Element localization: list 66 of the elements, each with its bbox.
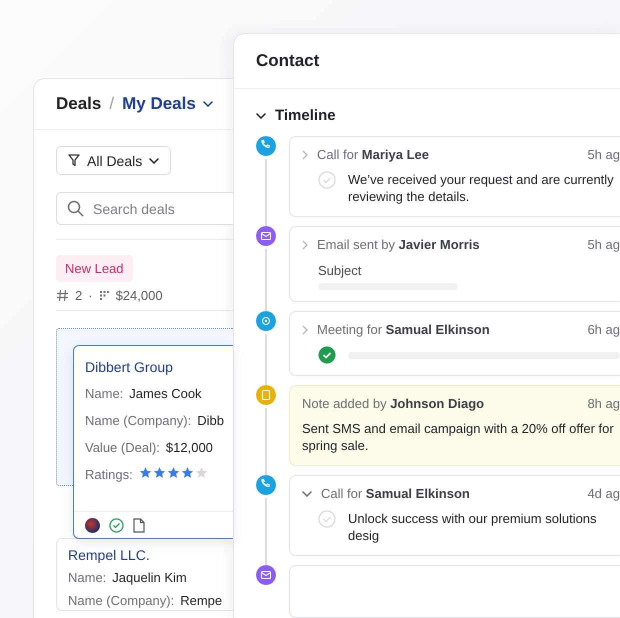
stage-tag: New Lead	[56, 255, 133, 282]
kanban-icon	[98, 290, 110, 301]
note-text: Sent SMS and email campaign with a 20% off offer for spring sale.	[302, 420, 615, 454]
subject-label: Subject	[317, 263, 362, 278]
field-label: Name (Company):	[68, 592, 174, 610]
breadcrumb-separator: /	[109, 94, 114, 114]
event-title: Email sent by Javier Morris	[317, 237, 481, 252]
call-note: Unlock success with our premium solutions desig	[348, 510, 598, 544]
field-label: Name:	[68, 569, 106, 587]
chevron-right-icon[interactable]	[302, 150, 308, 160]
hash-icon	[56, 289, 69, 302]
field-value: Dibb	[197, 412, 224, 430]
document-icon[interactable]	[133, 518, 145, 532]
timeline-card[interactable]: Call for Samual Elkinson 4d ag Unlock success with our premium solutions desig	[289, 475, 620, 556]
chevron-down-icon	[302, 490, 312, 496]
star-icon	[152, 466, 166, 479]
deal-card[interactable]: Rempel LLC. Name: Jaquelin Kim Name (Company): Rempe	[56, 538, 233, 611]
event-time: 5h ag	[587, 237, 620, 252]
caret-icon	[202, 101, 213, 107]
event-time: 4d ag	[587, 486, 620, 501]
check-circle-icon[interactable]	[318, 346, 336, 364]
field-value: James Cook	[129, 385, 202, 403]
search-field[interactable]: Search deals	[56, 192, 233, 225]
timeline-card[interactable]: Call for Mariya Lee 5h ag We’ve received your request and are currently reviewing the details.	[289, 136, 620, 217]
chevron-right-icon[interactable]	[302, 324, 308, 334]
check-circle-icon[interactable]	[109, 518, 124, 532]
chevron-right-icon[interactable]	[302, 240, 308, 250]
caret-icon	[149, 158, 160, 164]
field-label: Ratings:	[85, 466, 133, 484]
event-time: 6h ag	[587, 322, 620, 337]
event-title: Note added by Johnson Diago	[302, 396, 486, 411]
page-title: Deals	[56, 94, 102, 114]
field-value: Jaquelin Kim	[112, 569, 187, 587]
deal-title[interactable]: Dibbert Group	[85, 358, 233, 376]
chevron-down-icon	[256, 112, 266, 118]
avatar	[85, 518, 100, 532]
event-title: Call for Samual Elkinson	[321, 486, 471, 501]
field-value: $12,000	[166, 439, 213, 457]
filter-icon	[68, 154, 80, 167]
view-dropdown[interactable]: My Deals	[122, 94, 213, 114]
star-icon	[166, 466, 180, 479]
field-label: Name (Company):	[85, 412, 192, 430]
field-label: Name:	[85, 385, 124, 403]
event-time: 5h ag	[587, 147, 620, 162]
search-icon	[67, 200, 84, 217]
timeline-card[interactable]: Note added by Johnson Diago 8h ag Sent SMS and email campaign with a 20% off offer for spring sale.	[289, 385, 620, 466]
timeline-card[interactable]	[289, 565, 620, 618]
call-note: We’ve received your request and are currently reviewing the details.	[348, 171, 615, 205]
panel-title: Contact	[256, 51, 320, 71]
field-label: Value (Deal):	[85, 439, 160, 457]
timeline-card[interactable]: Email sent by Javier Morris 5h ag Subject	[289, 226, 620, 302]
timeline-section-toggle[interactable]: Timeline	[234, 89, 336, 136]
star-icon	[194, 466, 208, 479]
event-title: Meeting for Samual Elkinson	[317, 322, 491, 337]
deal-title[interactable]: Rempel LLC.	[68, 546, 233, 564]
stage-amount: $24,000	[116, 288, 163, 303]
star-icon	[180, 466, 194, 479]
event-time: 8h ag	[587, 396, 620, 411]
filter-dropdown[interactable]: All Deals	[56, 146, 172, 175]
event-title: Call for Mariya Lee	[317, 147, 430, 162]
timeline-card[interactable]: Meeting for Samual Elkinson 6h ag	[289, 311, 620, 376]
deal-card[interactable]: Dibbert Group Name: James Cook Name (Company): Dibb Value (Deal): $12,000 Ratings:	[73, 345, 233, 539]
deal-count: 2	[75, 288, 82, 303]
dot-separator: ·	[88, 288, 93, 303]
star-icon	[138, 466, 152, 479]
field-value: Rempe	[180, 592, 222, 610]
